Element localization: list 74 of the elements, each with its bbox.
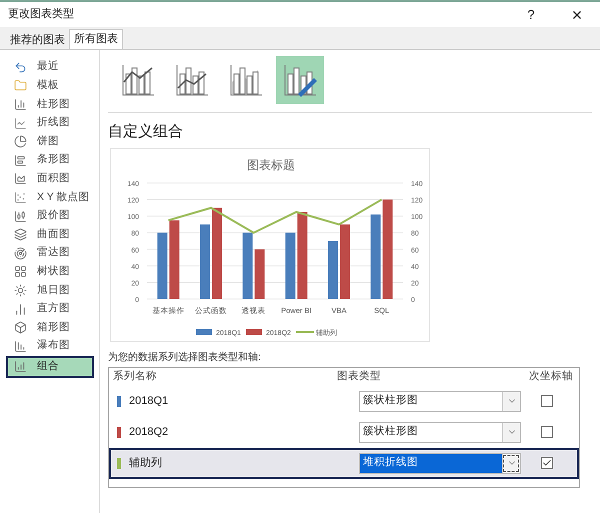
chart-type-value: 堆积折线图 bbox=[360, 454, 502, 472]
sidebar-item[interactable]: 条形图 bbox=[6, 150, 94, 170]
histogram-icon bbox=[14, 302, 27, 316]
secondary-axis-checkbox[interactable] bbox=[541, 395, 553, 407]
sidebar-item[interactable]: 直方图 bbox=[6, 300, 94, 318]
sidebar-item[interactable]: 旭日图 bbox=[6, 281, 94, 300]
sidebar-item[interactable]: 树状图 bbox=[6, 262, 94, 282]
column-header: 系列名称 bbox=[113, 368, 158, 384]
legend-swatch bbox=[246, 328, 262, 334]
line-chart-icon bbox=[14, 116, 27, 130]
column-header: 次坐标轴 bbox=[529, 368, 573, 384]
sidebar-item[interactable]: 最近 bbox=[6, 58, 94, 77]
tab[interactable]: 所有图表 bbox=[69, 29, 123, 49]
area-bar-chart-icon bbox=[228, 62, 264, 98]
area-chart-icon bbox=[14, 172, 27, 186]
pie-chart-icon bbox=[14, 135, 27, 148]
surface-chart-icon bbox=[14, 228, 27, 242]
sidebar-item[interactable]: 折线图 bbox=[6, 114, 94, 132]
bar-line-chart-icon bbox=[120, 62, 156, 98]
secondary-axis-checkbox[interactable] bbox=[541, 457, 553, 469]
check-icon bbox=[542, 458, 552, 468]
sidebar-item[interactable]: 曲面图 bbox=[6, 225, 94, 244]
chart-type-dropdown[interactable]: 簇状柱形图 bbox=[359, 390, 521, 412]
sidebar-item[interactable]: 股价图 bbox=[6, 206, 94, 226]
chart-type-dropdown[interactable]: 堆积折线图 bbox=[359, 452, 521, 474]
window-title: 更改图表类型 bbox=[8, 7, 75, 22]
sidebar-item[interactable]: 模板 bbox=[6, 76, 94, 96]
box-plot-icon bbox=[14, 321, 27, 334]
column-header: 图表类型 bbox=[337, 368, 382, 384]
series-name: 2018Q1 bbox=[129, 394, 168, 409]
series-name: 2018Q2 bbox=[129, 424, 168, 440]
sidebar-item[interactable]: 瀑布图 bbox=[6, 336, 94, 356]
chart-bar bbox=[157, 232, 168, 298]
chart-type-dropdown[interactable]: 簇状柱形图 bbox=[359, 422, 521, 442]
series-row[interactable]: 辅助列 堆积折线图 bbox=[109, 448, 579, 478]
chart-bar bbox=[254, 248, 265, 298]
chart-subtype-button[interactable] bbox=[276, 56, 324, 104]
sidebar-item[interactable]: 箱形图 bbox=[6, 318, 94, 337]
combo-chart-icon bbox=[14, 360, 27, 373]
scatter-chart-icon bbox=[14, 190, 27, 204]
chart-type-value: 簇状柱形图 bbox=[362, 393, 419, 408]
series-row[interactable]: 2018Q2 簇状柱形图 bbox=[109, 416, 579, 448]
section-heading: 自定义组合 bbox=[108, 122, 184, 142]
chart-pencil-icon bbox=[282, 62, 318, 98]
legend-swatch bbox=[196, 328, 212, 334]
sidebar-item[interactable]: 柱形图 bbox=[6, 95, 94, 114]
treemap-icon bbox=[14, 265, 27, 278]
sidebar-item[interactable]: 面积图 bbox=[6, 170, 94, 188]
horizontal-bar-chart-icon bbox=[14, 154, 27, 167]
chart-title: 图表标题 bbox=[247, 158, 295, 172]
secondary-axis-checkbox[interactable] bbox=[541, 426, 553, 438]
undo-icon bbox=[14, 60, 27, 74]
radar-chart-icon bbox=[14, 246, 27, 260]
series-row[interactable]: 2018Q1 簇状柱形图 bbox=[109, 386, 579, 416]
candlestick-chart-icon bbox=[14, 210, 27, 223]
waterfall-chart-icon bbox=[14, 340, 27, 353]
close-button[interactable]: × bbox=[562, 6, 592, 24]
instruction-text: 为您的数据系列选择图表类型和轴: bbox=[108, 350, 262, 364]
series-name: 辅助列 bbox=[129, 456, 162, 471]
chart-bar bbox=[328, 240, 338, 298]
help-button[interactable]: ? bbox=[516, 4, 546, 24]
bar-line-chart-icon bbox=[174, 62, 210, 98]
sunburst-icon bbox=[14, 284, 27, 297]
sidebar-item[interactable]: 饼图 bbox=[6, 132, 94, 151]
chart-bar bbox=[242, 232, 253, 298]
sidebar-item[interactable]: X Y 散点图 bbox=[6, 188, 94, 207]
sidebar-item[interactable]: 组合 bbox=[6, 356, 94, 378]
dropdown-chevron[interactable] bbox=[502, 454, 520, 472]
chart-bar bbox=[285, 232, 296, 298]
bar-chart-icon bbox=[14, 98, 27, 111]
folder-icon bbox=[14, 79, 27, 92]
legend-line bbox=[296, 330, 314, 332]
chart-type-value: 簇状柱形图 bbox=[362, 424, 419, 440]
sidebar-item[interactable]: 雷达图 bbox=[6, 244, 94, 263]
